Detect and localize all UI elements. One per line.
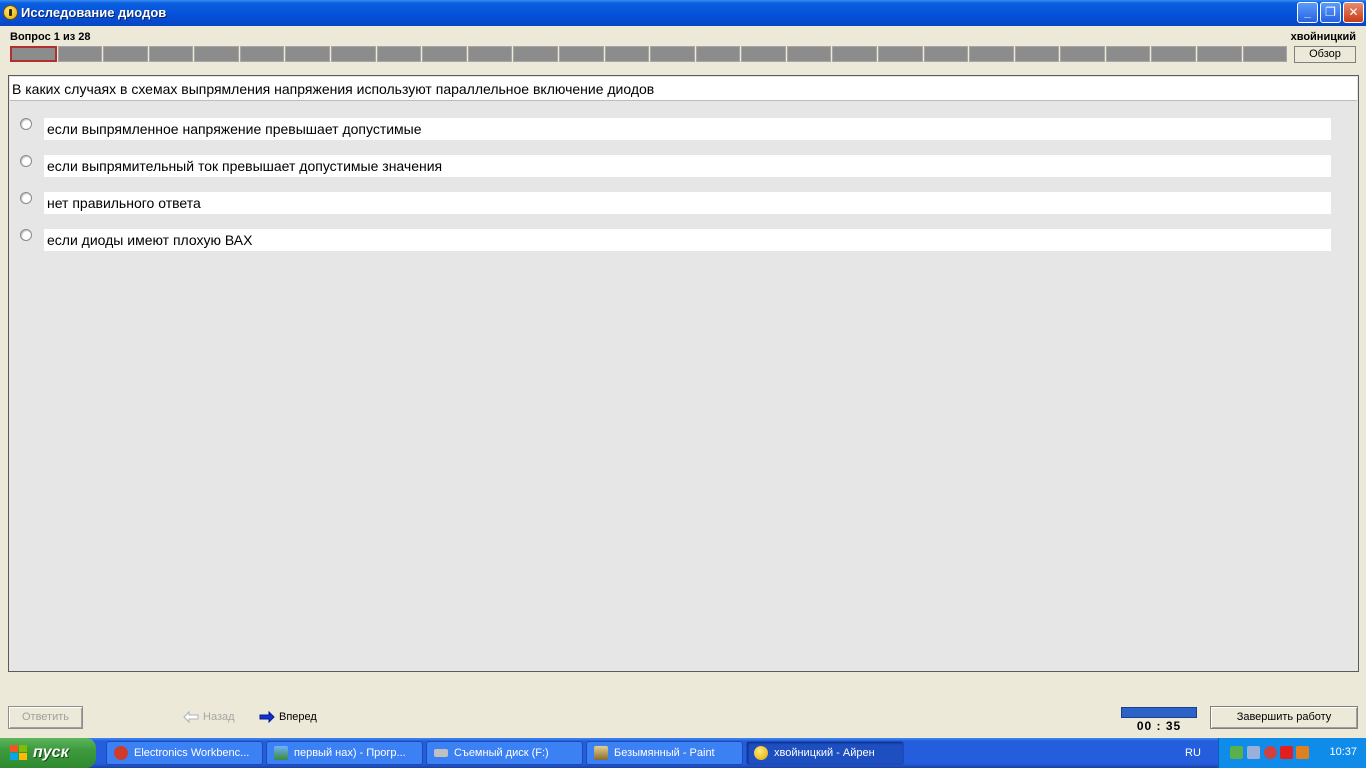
- forward-button[interactable]: Вперед: [259, 711, 317, 723]
- arrow-left-icon: [183, 711, 199, 723]
- answer-radio[interactable]: [20, 229, 32, 241]
- clock: 10:37: [1329, 746, 1357, 758]
- network-icon[interactable]: [1230, 746, 1243, 759]
- question-segment-12[interactable]: [513, 46, 558, 62]
- start-label: пуск: [33, 744, 69, 761]
- question-segment-14[interactable]: [604, 46, 650, 62]
- taskbar-item-electronics-workbench[interactable]: Electronics Workbenc...: [106, 741, 263, 765]
- question-segment-20[interactable]: [877, 46, 923, 62]
- removable-disk-icon: [434, 749, 448, 757]
- answer-option[interactable]: если выпрямительный ток превышает допуст…: [9, 155, 1349, 177]
- taskbar-item-label: Съемный диск (F:): [454, 747, 549, 759]
- display-icon[interactable]: [1247, 746, 1260, 759]
- question-segment-18[interactable]: [786, 46, 832, 62]
- window-title: Исследование диодов: [21, 5, 167, 20]
- question-segment-8[interactable]: [331, 46, 376, 62]
- answer-text[interactable]: если выпрямленное напряжение превышает д…: [44, 118, 1331, 140]
- title-bar: Исследование диодов _ ❐ ✕: [0, 0, 1366, 26]
- arrow-right-icon: [259, 711, 275, 723]
- question-segment-23[interactable]: [1014, 46, 1060, 62]
- question-segment-28[interactable]: [1242, 46, 1288, 62]
- question-segment-27[interactable]: [1197, 46, 1242, 62]
- question-segment-16[interactable]: [695, 46, 741, 62]
- answer-text[interactable]: нет правильного ответа: [44, 192, 1331, 214]
- question-segment-1[interactable]: [10, 46, 57, 62]
- timer-text: 00 : 35: [1136, 719, 1182, 733]
- close-button[interactable]: ✕: [1343, 2, 1364, 23]
- start-button[interactable]: пуск: [0, 738, 96, 768]
- question-segment-24[interactable]: [1060, 46, 1105, 62]
- overview-button[interactable]: Обзор: [1294, 46, 1356, 63]
- answer-radio[interactable]: [20, 118, 32, 130]
- question-segment-4[interactable]: [148, 46, 194, 62]
- finish-button[interactable]: Завершить работу: [1210, 706, 1358, 729]
- image-viewer-icon: [274, 746, 288, 760]
- question-segment-13[interactable]: [558, 46, 604, 62]
- windows-flag-icon: [10, 745, 28, 761]
- question-segment-19[interactable]: [832, 46, 877, 62]
- taskbar-item-label: Безымянный - Paint: [614, 747, 715, 759]
- answer-radio[interactable]: [20, 155, 32, 167]
- taskbar-item-label: первый нах) - Прогр...: [294, 747, 406, 759]
- taskbar-item-label: Electronics Workbenc...: [134, 747, 250, 759]
- question-segment-7[interactable]: [285, 46, 331, 62]
- answer-radio[interactable]: [20, 192, 32, 204]
- timer-progress: [1121, 707, 1197, 718]
- electronics-workbench-icon: [114, 746, 128, 760]
- taskbar-item-label: хвойницкий - Айрен: [774, 747, 875, 759]
- question-progress-bar: [10, 46, 1288, 62]
- paint-icon: [594, 746, 608, 760]
- taskbar-item-removable-disk[interactable]: Съемный диск (F:): [426, 741, 583, 765]
- answer-text[interactable]: если выпрямительный ток превышает допуст…: [44, 155, 1331, 177]
- answer-option[interactable]: нет правильного ответа: [9, 192, 1349, 214]
- question-text: В каких случаях в схемах выпрямления нап…: [10, 77, 1357, 101]
- answer-option[interactable]: если диоды имеют плохую ВАХ: [9, 229, 1349, 251]
- test-app-icon: [754, 746, 768, 760]
- language-indicator[interactable]: RU: [1185, 747, 1201, 759]
- answer-text[interactable]: если диоды имеют плохую ВАХ: [44, 229, 1331, 251]
- question-segment-26[interactable]: [1151, 46, 1197, 62]
- question-segment-15[interactable]: [650, 46, 695, 62]
- volume-icon[interactable]: [1296, 746, 1309, 759]
- security-icon[interactable]: [1264, 746, 1277, 759]
- question-segment-10[interactable]: [422, 46, 467, 62]
- answer-option[interactable]: если выпрямленное напряжение превышает д…: [9, 118, 1349, 140]
- taskbar-item-test-app[interactable]: хвойницкий - Айрен: [746, 741, 904, 765]
- question-segment-6[interactable]: [239, 46, 285, 62]
- minimize-button[interactable]: _: [1297, 2, 1318, 23]
- question-panel: В каких случаях в схемах выпрямления нап…: [8, 75, 1359, 672]
- taskbar-item-paint[interactable]: Безымянный - Paint: [586, 741, 743, 765]
- user-name: хвойницкий: [1290, 31, 1356, 43]
- answer-button[interactable]: Ответить: [8, 706, 83, 729]
- question-segment-9[interactable]: [376, 46, 422, 62]
- question-segment-11[interactable]: [467, 46, 513, 62]
- forward-label: Вперед: [279, 711, 317, 723]
- question-segment-22[interactable]: [969, 46, 1014, 62]
- app-icon: [3, 5, 18, 20]
- system-tray: 10:37: [1218, 738, 1366, 768]
- question-segment-25[interactable]: [1105, 46, 1151, 62]
- question-counter: Вопрос 1 из 28: [10, 31, 91, 43]
- question-segment-17[interactable]: [741, 46, 786, 62]
- back-button[interactable]: Назад: [183, 711, 235, 723]
- maximize-button[interactable]: ❐: [1320, 2, 1341, 23]
- question-segment-3[interactable]: [103, 46, 148, 62]
- question-segment-5[interactable]: [194, 46, 239, 62]
- back-label: Назад: [203, 711, 235, 723]
- question-segment-2[interactable]: [57, 46, 103, 62]
- taskbar: пуск Electronics Workbenc... первый нах)…: [0, 738, 1366, 768]
- taskbar-item-image-viewer[interactable]: первый нах) - Прогр...: [266, 741, 423, 765]
- question-segment-21[interactable]: [923, 46, 969, 62]
- antivirus-icon[interactable]: [1280, 746, 1293, 759]
